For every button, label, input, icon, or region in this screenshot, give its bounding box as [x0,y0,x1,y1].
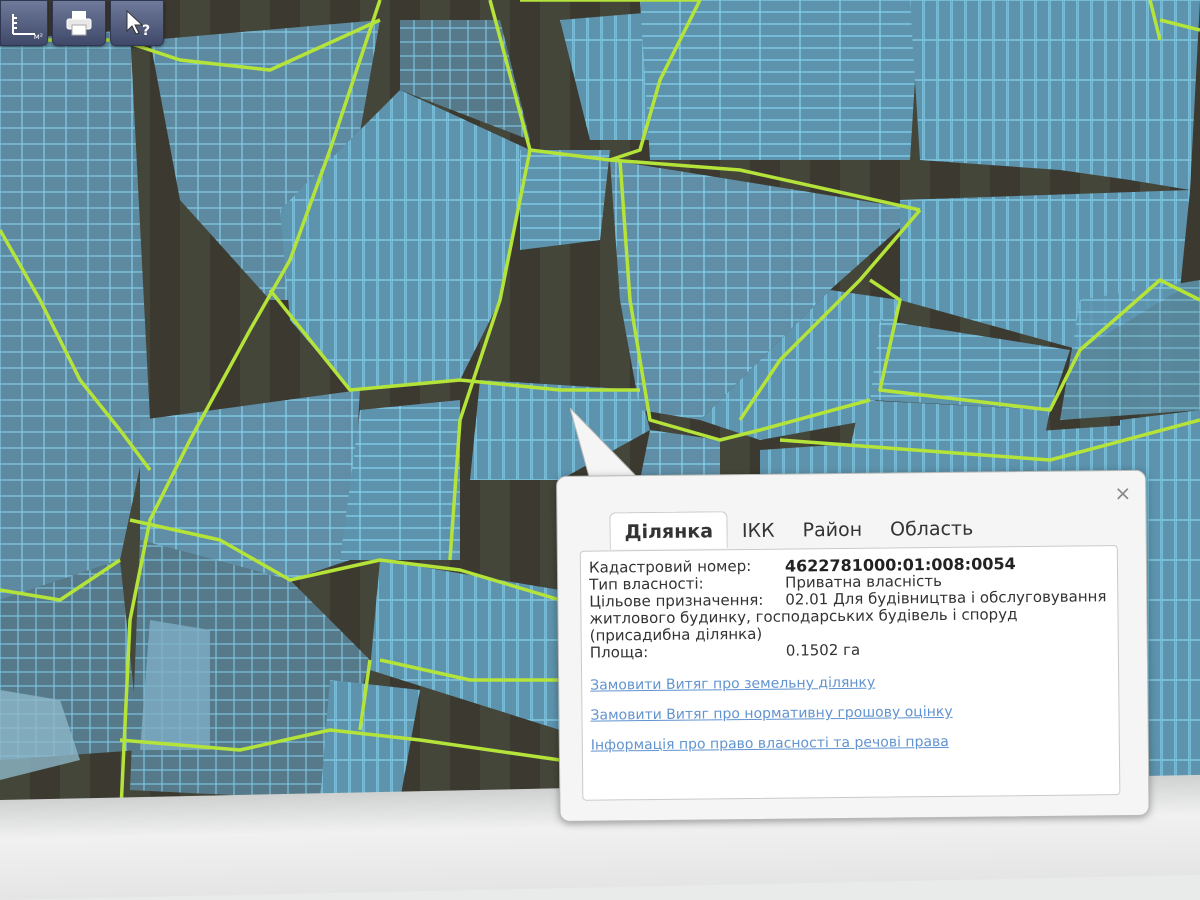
tab-parcel[interactable]: Ділянка [609,511,729,550]
map-toolbar: м² ? [0,0,164,48]
tab-ikk[interactable]: ІКК [728,512,789,549]
measure-unit-label: м² [33,32,43,41]
parcel-details: Кадастровий номер: 4622781000:01:008:005… [579,545,1121,801]
measure-area-button[interactable]: м² [0,0,48,46]
svg-text:?: ? [142,23,150,38]
order-parcel-extract-link[interactable]: Замовити Витяг про земельну ділянку [590,672,1110,694]
printer-icon [66,11,92,36]
area-value: 0.1502 га [785,640,861,660]
popup-tabs: Ділянка ІКК Район Область [609,508,988,550]
tab-district[interactable]: Район [788,511,876,548]
close-icon[interactable]: × [1114,481,1131,505]
tab-region[interactable]: Область [876,509,988,546]
popup-links: Замовити Витяг про земельну ділянку Замо… [590,672,1111,754]
order-valuation-extract-link[interactable]: Замовити Витяг про нормативну грошову оц… [590,702,1110,724]
purpose-row: Цільове призначення: 02.01 Для будівництв… [589,587,1110,644]
parcel-info-popup: × Ділянка ІКК Район Область Кадастровий … [556,469,1150,822]
cursor-question-icon: ? [126,9,150,38]
print-button[interactable] [52,0,106,46]
ownership-rights-info-link[interactable]: Інформація про право власності та речові… [591,732,1111,754]
identify-button[interactable]: ? [110,0,164,46]
area-label: Площа: [589,643,649,662]
